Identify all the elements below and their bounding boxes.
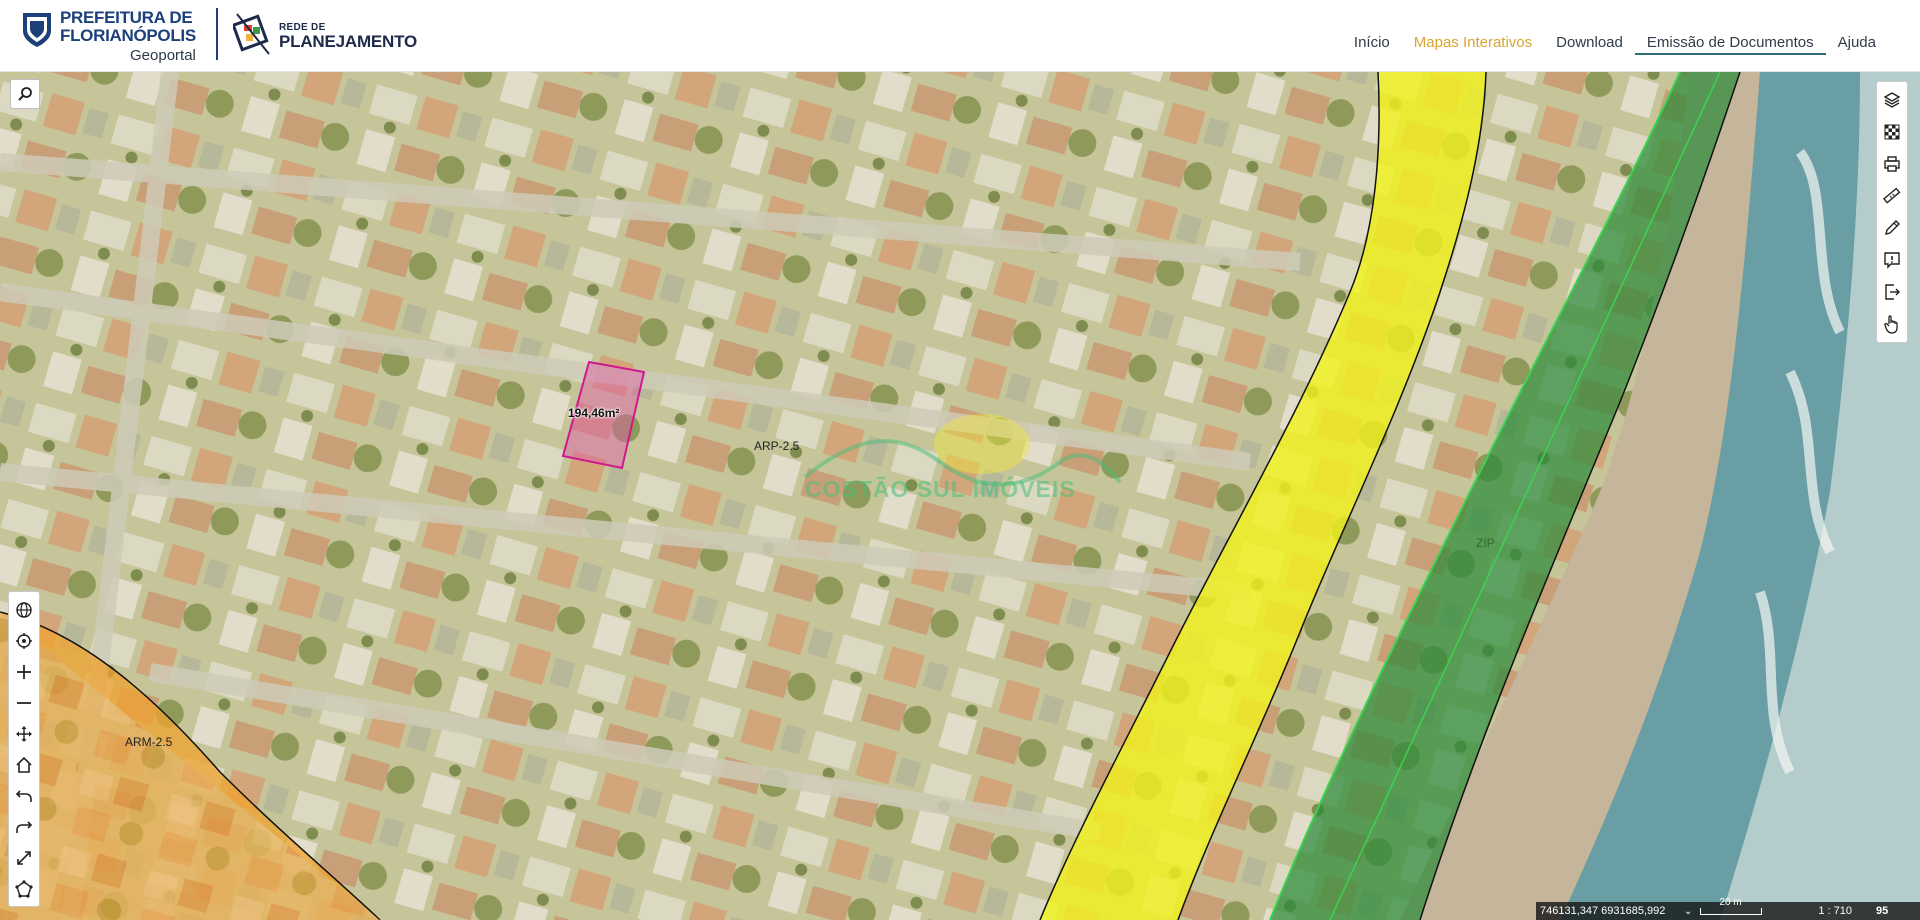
tool-export[interactable] — [1877, 276, 1907, 308]
watermark: COSTÃO SUL IMÓVEIS — [805, 476, 1076, 502]
measure-icon — [1883, 187, 1901, 204]
tool-info[interactable] — [1877, 244, 1907, 276]
nav-emissao-documentos[interactable]: Emissão de Documentos — [1634, 34, 1826, 55]
redo-icon — [16, 820, 33, 833]
tool-zoom-in[interactable] — [9, 656, 39, 687]
draw-icon — [1885, 220, 1900, 235]
tool-draw[interactable] — [1877, 212, 1907, 244]
prefeitura-logo[interactable]: PREFEITURA DE FLORIANÓPOLIS Geoportal — [20, 8, 196, 63]
nav-mapas-interativos[interactable]: Mapas Interativos — [1402, 34, 1544, 55]
rede-line2: PLANEJAMENTO — [279, 31, 418, 51]
prefeitura-line1: PREFEITURA DE — [60, 8, 193, 27]
pan-icon — [16, 725, 32, 742]
tool-fullscreen[interactable] — [9, 842, 39, 873]
prefeitura-line2: FLORIANÓPOLIS — [60, 26, 196, 45]
scale-length: 20 m — [1719, 896, 1742, 908]
tool-layers[interactable] — [1877, 84, 1907, 116]
rede-planejamento-logo[interactable]: REDE DE PLANEJAMENTO — [233, 9, 417, 59]
zone-label-arm: ARM-2.5 — [125, 735, 173, 749]
hand-pointer-icon — [1884, 315, 1898, 334]
map-search-button[interactable] — [10, 79, 40, 109]
info-icon — [1884, 252, 1900, 269]
globe-icon — [16, 601, 32, 618]
tool-basemap[interactable] — [1877, 116, 1907, 148]
map-status-bar: 746131,347 6931685,992 ⌄ 20 m 1 : 710 95 — [1536, 897, 1920, 920]
fullscreen-icon — [17, 850, 31, 865]
app-header: PREFEITURA DE FLORIANÓPOLIS Geoportal RE… — [0, 0, 1920, 72]
map-left-toolbar — [8, 591, 40, 907]
scale-ratio: 1 : 710 — [1818, 905, 1853, 917]
zone-label-arp: ARP-2.5 — [754, 439, 800, 453]
scale-dropdown-icon[interactable]: ⌄ — [1684, 906, 1692, 917]
home-icon — [16, 756, 32, 773]
map-canvas[interactable]: 194,46m² ARP-2.5 ARM-2.5 ZIP COSTÃO SUL … — [0, 72, 1920, 920]
undo-icon — [15, 789, 32, 802]
geoportal-label: Geoportal — [130, 47, 196, 64]
tool-pan[interactable] — [9, 718, 39, 749]
export-icon — [1885, 284, 1900, 300]
zoom-in-icon — [17, 664, 31, 679]
layers-icon — [1883, 92, 1901, 108]
cursor-coordinates: 746131,347 6931685,992 — [1540, 905, 1666, 917]
scale-extra: 95 — [1876, 905, 1889, 917]
rede-line1: REDE DE — [279, 21, 326, 33]
main-nav: Início Mapas Interativos Download Emissã… — [1342, 34, 1888, 55]
locate-icon — [16, 632, 32, 649]
nav-download[interactable]: Download — [1544, 34, 1635, 55]
tool-redo[interactable] — [9, 811, 39, 842]
search-icon — [18, 87, 32, 101]
select-area-icon — [15, 879, 33, 898]
tool-identify[interactable] — [1877, 308, 1907, 340]
city-crest-icon — [23, 13, 51, 47]
nav-ajuda[interactable]: Ajuda — [1826, 34, 1888, 55]
header-divider — [216, 8, 218, 60]
tool-measure[interactable] — [1877, 180, 1907, 212]
tool-print[interactable] — [1877, 148, 1907, 180]
lot-area-label: 194,46m² — [568, 406, 620, 420]
tool-undo[interactable] — [9, 780, 39, 811]
tool-locate[interactable] — [9, 625, 39, 656]
tool-select-area[interactable] — [9, 873, 39, 904]
print-icon — [1884, 156, 1900, 172]
basemap-icon — [1884, 124, 1900, 140]
scale-bar: 20 m — [1700, 897, 1763, 915]
zoom-out-icon — [17, 701, 31, 704]
zone-label-zip: ZIP — [1476, 536, 1495, 550]
tool-globe[interactable] — [9, 594, 39, 625]
planning-network-icon — [233, 13, 270, 55]
nav-inicio[interactable]: Início — [1342, 34, 1402, 55]
map-right-toolbar — [1876, 81, 1908, 343]
tool-home[interactable] — [9, 749, 39, 780]
tool-zoom-out[interactable] — [9, 687, 39, 718]
